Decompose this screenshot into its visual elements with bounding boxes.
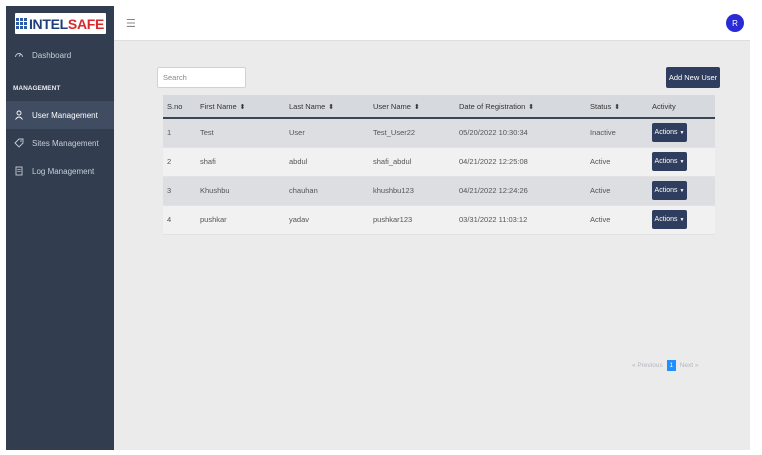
- pagination: « Previous 1 Next »: [630, 360, 701, 371]
- sidebar-item-label: Dashboard: [32, 50, 72, 60]
- column-header-first-name[interactable]: First Name ⬍: [196, 95, 285, 118]
- cell-activity: Actions ▼: [648, 147, 715, 177]
- cell-sno: 2: [163, 147, 196, 177]
- pagination-next[interactable]: Next »: [680, 362, 699, 369]
- cell-sno: 4: [163, 205, 196, 235]
- app-frame: INTELSAFE Dashboard MANAGEMENT User Mana…: [6, 6, 750, 450]
- sidebar-item-user-management[interactable]: User Management: [6, 101, 114, 129]
- cell-first-name: pushkar: [196, 205, 285, 235]
- table-row: 2 shafi abdul shafi_abdul 04/21/2022 12:…: [163, 147, 715, 177]
- cell-status: Inactive: [586, 118, 648, 148]
- cell-status: Active: [586, 176, 648, 206]
- column-header-user-name[interactable]: User Name ⬍: [369, 95, 455, 118]
- cell-last-name: abdul: [285, 147, 369, 177]
- gauge-icon: [14, 50, 24, 60]
- actions-dropdown-button[interactable]: Actions ▼: [652, 210, 687, 229]
- cell-sno: 1: [163, 118, 196, 148]
- sort-icon[interactable]: ⬍: [528, 104, 534, 111]
- cell-activity: Actions ▼: [648, 176, 715, 206]
- brand-logo[interactable]: INTELSAFE: [14, 13, 106, 34]
- cell-status: Active: [586, 205, 648, 235]
- sidebar-item-label: Log Management: [32, 166, 95, 176]
- actions-dropdown-button[interactable]: Actions ▼: [652, 181, 687, 200]
- column-header-date[interactable]: Date of Registration ⬍: [455, 95, 586, 118]
- hamburger-icon[interactable]: ☰: [126, 17, 136, 30]
- tag-icon: [14, 138, 24, 148]
- cell-activity: Actions ▼: [648, 118, 715, 148]
- logo-grid-icon: [15, 18, 27, 29]
- logo-text: INTELSAFE: [28, 15, 105, 32]
- pagination-page-current[interactable]: 1: [666, 360, 676, 371]
- column-header-last-name[interactable]: Last Name ⬍: [285, 95, 369, 118]
- sidebar-item-label: Sites Management: [32, 138, 99, 148]
- cell-activity: Actions ▼: [648, 205, 715, 235]
- sidebar-item-sites-management[interactable]: Sites Management: [6, 129, 114, 157]
- cell-sno: 3: [163, 176, 196, 206]
- cell-date: 05/20/2022 10:30:34: [455, 118, 586, 148]
- sidebar-item-log-management[interactable]: Log Management: [6, 157, 114, 185]
- sidebar-section-label: MANAGEMENT: [13, 84, 61, 92]
- actions-dropdown-button[interactable]: Actions ▼: [652, 152, 687, 171]
- cell-date: 04/21/2022 12:24:26: [455, 176, 586, 206]
- cell-last-name: User: [285, 118, 369, 148]
- cell-user-name: pushkar123: [369, 205, 455, 235]
- top-bar: ☰ R: [114, 6, 750, 41]
- cell-date: 04/21/2022 12:25:08: [455, 147, 586, 177]
- cell-last-name: chauhan: [285, 176, 369, 206]
- avatar[interactable]: R: [726, 14, 744, 32]
- sort-icon[interactable]: ⬍: [240, 104, 246, 111]
- cell-user-name: khushbu123: [369, 176, 455, 206]
- cell-date: 03/31/2022 11:03:12: [455, 205, 586, 235]
- sidebar: INTELSAFE Dashboard MANAGEMENT User Mana…: [6, 6, 114, 450]
- cell-last-name: yadav: [285, 205, 369, 235]
- logo-area: INTELSAFE: [6, 6, 114, 41]
- cell-status: Active: [586, 147, 648, 177]
- caret-down-icon: ▼: [679, 129, 685, 136]
- caret-down-icon: ▼: [679, 187, 685, 194]
- column-header-status[interactable]: Status ⬍: [586, 95, 648, 118]
- actions-dropdown-button[interactable]: Actions ▼: [652, 123, 687, 143]
- column-header-sno: S.no: [167, 101, 183, 111]
- sort-icon[interactable]: ⬍: [414, 104, 420, 111]
- search-input[interactable]: [157, 67, 246, 88]
- users-table: S.no First Name ⬍ Last Name ⬍ User Name ⬍ D…: [163, 95, 715, 235]
- user-icon: [14, 110, 24, 120]
- sidebar-item-label: User Management: [32, 110, 98, 120]
- sort-icon[interactable]: ⬍: [614, 104, 620, 111]
- document-icon: [14, 166, 24, 176]
- pagination-previous[interactable]: « Previous: [632, 362, 663, 369]
- table-header-row: S.no First Name ⬍ Last Name ⬍ User Name ⬍ D…: [163, 95, 715, 118]
- add-user-button[interactable]: Add New User: [666, 67, 720, 88]
- column-header-activity: Activity: [652, 101, 676, 111]
- cell-first-name: shafi: [196, 147, 285, 177]
- table-row: 1 Test User Test_User22 05/20/2022 10:30…: [163, 118, 715, 148]
- table-row: 3 Khushbu chauhan khushbu123 04/21/2022 …: [163, 176, 715, 206]
- cell-user-name: shafi_abdul: [369, 147, 455, 177]
- caret-down-icon: ▼: [679, 216, 685, 223]
- sort-icon[interactable]: ⬍: [328, 104, 334, 111]
- caret-down-icon: ▼: [679, 158, 685, 165]
- cell-first-name: Khushbu: [196, 176, 285, 206]
- sidebar-item-dashboard[interactable]: Dashboard: [6, 41, 114, 69]
- cell-first-name: Test: [196, 118, 285, 148]
- table-row: 4 pushkar yadav pushkar123 03/31/2022 11…: [163, 205, 715, 235]
- cell-user-name: Test_User22: [369, 118, 455, 148]
